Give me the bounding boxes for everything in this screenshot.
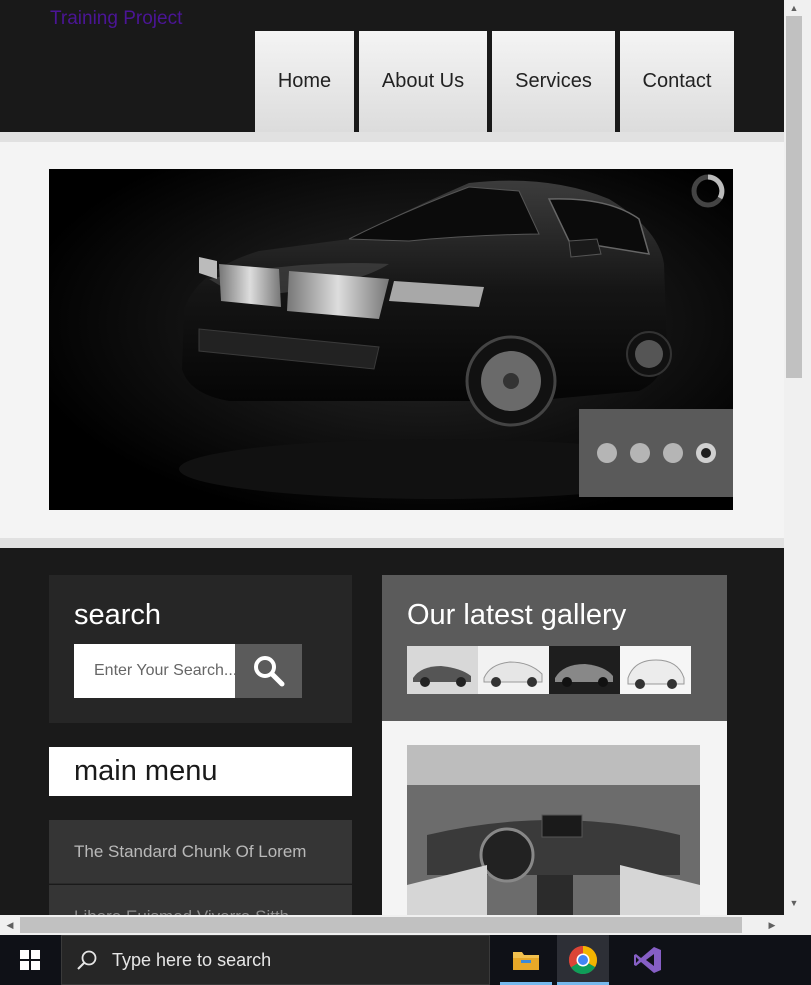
search-icon <box>253 656 284 687</box>
browser-viewport: Training Project Home About Us Services … <box>0 0 784 915</box>
gallery-thumbnails <box>407 646 691 694</box>
search-icon <box>77 950 97 970</box>
menu-item[interactable]: The Standard Chunk Of Lorem <box>49 820 352 884</box>
taskbar-search-box[interactable]: Type here to search <box>61 935 490 985</box>
taskbar-visual-studio[interactable] <box>622 935 674 985</box>
band-divider <box>0 132 784 142</box>
gallery-thumbnail[interactable] <box>478 646 549 694</box>
gallery-thumbnail[interactable] <box>549 646 620 694</box>
nav-contact[interactable]: Contact <box>620 31 734 132</box>
vertical-scrollbar[interactable]: ▲ ▼ <box>784 0 811 915</box>
site-title[interactable]: Training Project <box>50 8 182 30</box>
windows-taskbar: Type here to search <box>0 935 811 985</box>
nav-home[interactable]: Home <box>255 31 354 132</box>
gallery-title: Our latest gallery <box>407 599 627 631</box>
search-button[interactable] <box>235 644 302 698</box>
main-menu-header: main menu <box>49 747 352 796</box>
scroll-up-icon[interactable]: ▲ <box>784 0 804 16</box>
taskbar-file-explorer[interactable] <box>500 935 552 985</box>
slider-dot[interactable] <box>663 443 683 463</box>
main-menu-title: main menu <box>74 755 218 787</box>
gallery-featured-image[interactable] <box>407 745 700 915</box>
menu-item[interactable]: Libero Euismod Viverra Sitth <box>49 885 352 915</box>
slider-dot[interactable] <box>630 443 650 463</box>
chrome-icon <box>568 945 597 975</box>
visual-studio-icon <box>634 947 661 973</box>
folder-icon <box>513 952 539 970</box>
scroll-right-icon[interactable]: ▶ <box>764 915 780 935</box>
site-header: Training Project Home About Us Services … <box>0 0 784 132</box>
gallery-thumbnail[interactable] <box>620 646 691 694</box>
scroll-down-icon[interactable]: ▼ <box>784 895 804 911</box>
horizontal-scroll-thumb[interactable] <box>20 917 742 933</box>
band-divider <box>0 538 784 548</box>
search-title: search <box>74 599 162 631</box>
slider-dot[interactable] <box>597 443 617 463</box>
vertical-scroll-thumb[interactable] <box>786 16 802 378</box>
nav-services[interactable]: Services <box>492 31 615 132</box>
windows-logo-icon <box>20 950 40 970</box>
gallery-featured-area <box>382 721 727 915</box>
taskbar-chrome[interactable] <box>557 935 609 985</box>
loading-spinner-icon <box>691 174 725 208</box>
taskbar-search-placeholder: Type here to search <box>112 949 272 970</box>
gallery-panel: Our latest gallery <box>382 575 727 721</box>
hero-slider[interactable] <box>49 169 733 510</box>
start-button[interactable] <box>0 935 60 985</box>
gallery-thumbnail[interactable] <box>407 646 478 694</box>
search-input[interactable] <box>74 644 235 698</box>
horizontal-scrollbar[interactable]: ◀ ▶ <box>0 915 811 935</box>
search-panel: search <box>49 575 352 723</box>
scroll-left-icon[interactable]: ◀ <box>2 915 18 935</box>
slider-pagination <box>579 409 733 497</box>
slider-dot-active[interactable] <box>696 443 716 463</box>
nav-about-us[interactable]: About Us <box>359 31 487 132</box>
